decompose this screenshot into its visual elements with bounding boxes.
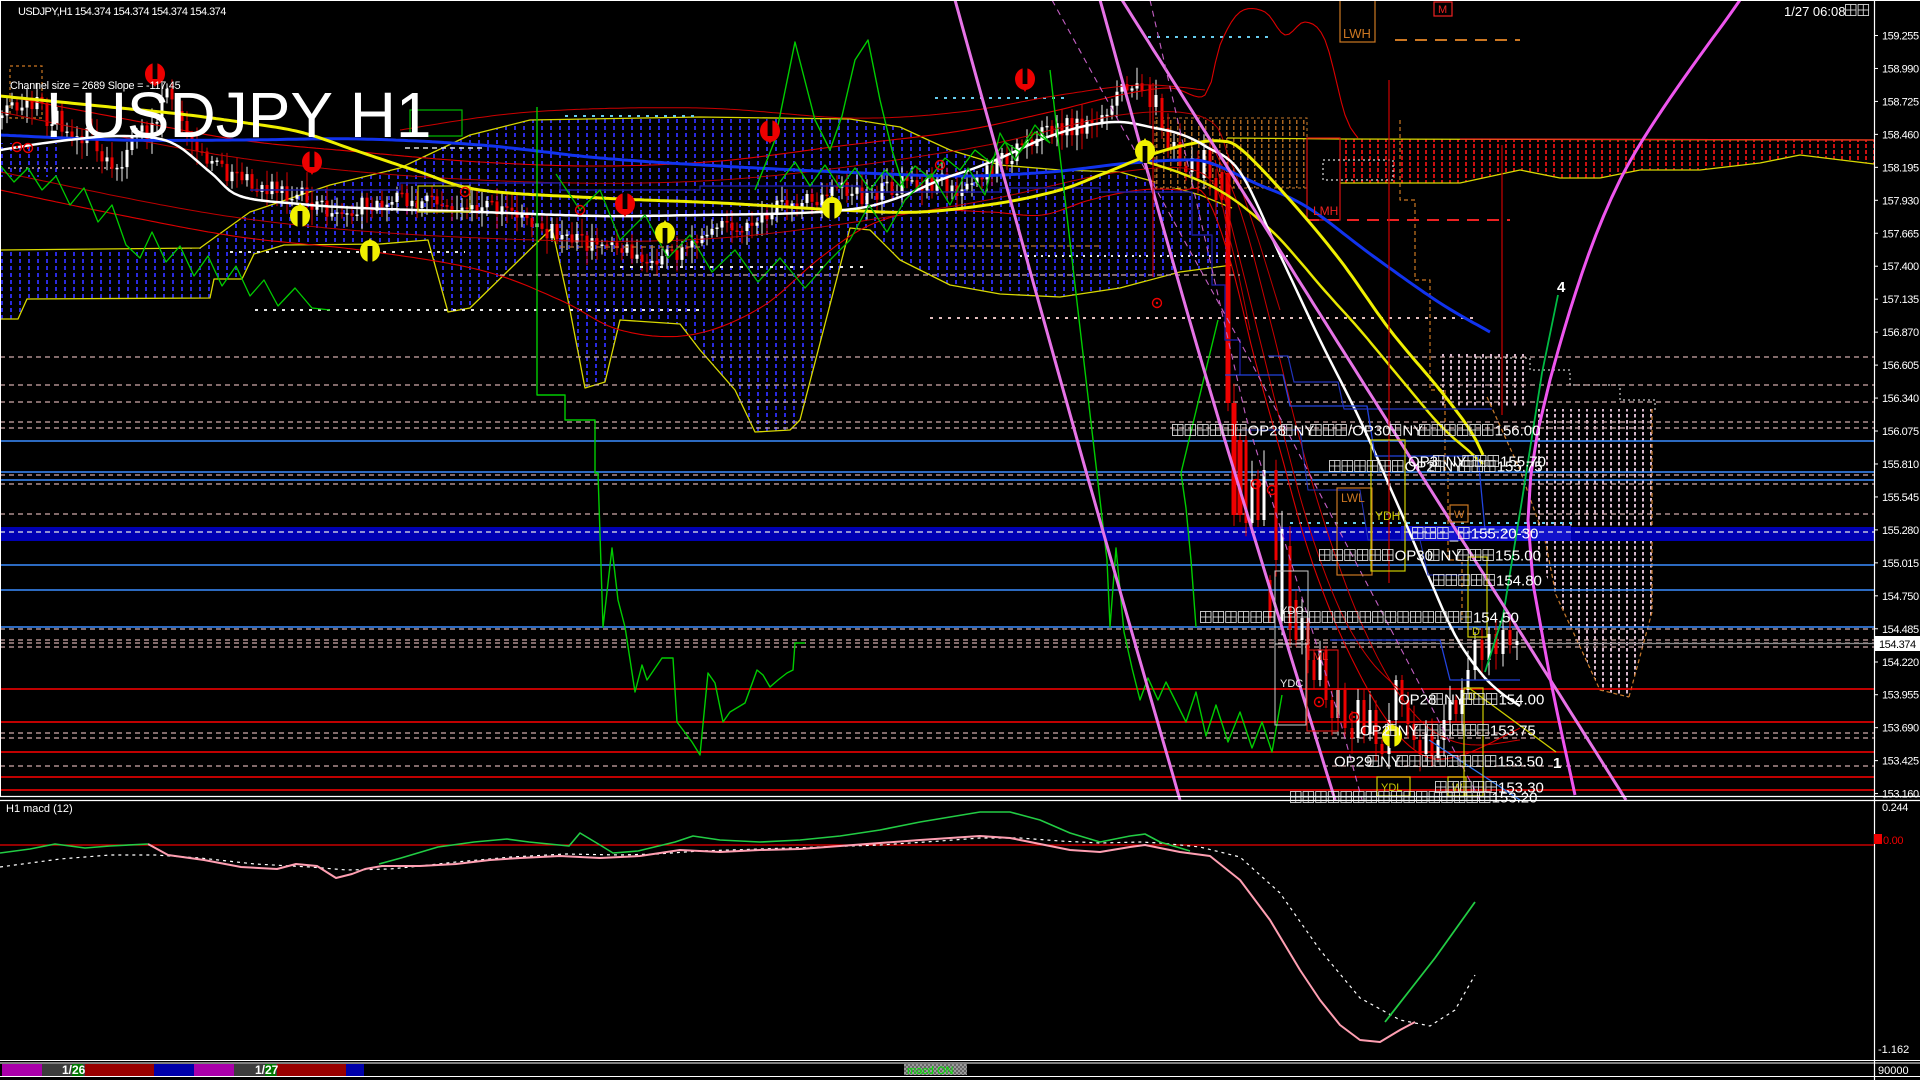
svg-text:OP28: OP28 [1398,691,1436,708]
svg-text:YDH: YDH [1375,509,1400,523]
svg-text:157.135: 157.135 [1882,294,1919,306]
svg-text:macd ON: macd ON [907,1065,954,1077]
svg-text:157.400: 157.400 [1882,261,1919,273]
svg-text:156.075: 156.075 [1882,426,1919,438]
svg-text:1/27 06:08: 1/27 06:08 [1784,4,1845,19]
svg-text:155.70: 155.70 [1500,453,1546,470]
svg-text:158.990: 158.990 [1882,63,1919,75]
svg-text:153.50: 153.50 [1497,753,1543,770]
svg-text:LWL: LWL [1341,491,1365,505]
svg-text:YDO: YDO [1280,605,1304,617]
svg-text:158.460: 158.460 [1882,129,1919,141]
svg-text:-1.162: -1.162 [1878,1044,1909,1056]
svg-text:157.930: 157.930 [1882,195,1919,207]
svg-text:_: _ [1449,525,1459,542]
svg-text:0.244: 0.244 [1882,802,1908,814]
svg-text:0.00: 0.00 [1883,835,1903,847]
svg-text:156.870: 156.870 [1882,327,1919,339]
svg-text:153.690: 153.690 [1882,723,1919,735]
svg-text:154.750: 154.750 [1882,591,1919,603]
svg-text:D: D [1472,626,1480,638]
svg-text:156.340: 156.340 [1882,393,1919,405]
svg-text:1/26: 1/26 [62,1063,86,1077]
svg-text:OP29: OP29 [1334,753,1372,770]
svg-text:! USDJPY H1: ! USDJPY H1 [45,79,432,151]
svg-text:W: W [1454,509,1465,521]
svg-text:158.725: 158.725 [1882,96,1919,108]
svg-text:OP30: OP30 [1395,547,1433,564]
svg-text:90000: 90000 [1878,1065,1909,1077]
svg-text:154.374: 154.374 [1879,639,1916,651]
svg-text:158.195: 158.195 [1882,162,1919,174]
svg-text:154.50: 154.50 [1473,609,1519,626]
svg-text:153.955: 153.955 [1882,690,1919,702]
svg-text:155.280: 155.280 [1882,525,1919,537]
svg-text:155.810: 155.810 [1882,459,1919,471]
svg-text:153.160: 153.160 [1882,789,1919,801]
svg-text:154.485: 154.485 [1882,624,1919,636]
svg-text:155.015: 155.015 [1882,558,1919,570]
svg-text:153.425: 153.425 [1882,756,1919,768]
svg-text:157.665: 157.665 [1882,228,1919,240]
svg-text:154.220: 154.220 [1882,657,1919,669]
svg-text:LMH: LMH [1313,204,1338,218]
svg-text:153.75: 153.75 [1490,722,1536,739]
svg-text:154.00: 154.00 [1498,691,1544,708]
svg-text:H1 macd (12): H1 macd (12) [6,803,73,815]
svg-text:154.80: 154.80 [1496,572,1542,589]
svg-text:USDJPY,H1 154.374 154.374 154: USDJPY,H1 154.374 154.374 154.374 154.37… [18,6,226,18]
svg-text:155.20-30: 155.20-30 [1471,525,1539,542]
svg-text:159.255: 159.255 [1882,31,1919,43]
svg-text:155.00: 155.00 [1495,547,1541,564]
svg-text:4: 4 [1557,279,1566,296]
svg-text:1/27: 1/27 [255,1063,279,1077]
svg-text:155.545: 155.545 [1882,492,1919,504]
svg-text:156.605: 156.605 [1882,360,1919,372]
svg-text:OP28: OP28 [1248,422,1286,439]
svg-text:M: M [1438,4,1447,16]
svg-text:ML: ML [1313,651,1328,663]
svg-text:1: 1 [1553,755,1561,772]
svg-text:156.00: 156.00 [1495,422,1541,439]
svg-text:YDC: YDC [1280,678,1303,690]
svg-text:LWH: LWH [1343,26,1371,41]
svg-text:/OP30: /OP30 [1348,422,1391,439]
svg-text:153.20: 153.20 [1492,789,1538,806]
